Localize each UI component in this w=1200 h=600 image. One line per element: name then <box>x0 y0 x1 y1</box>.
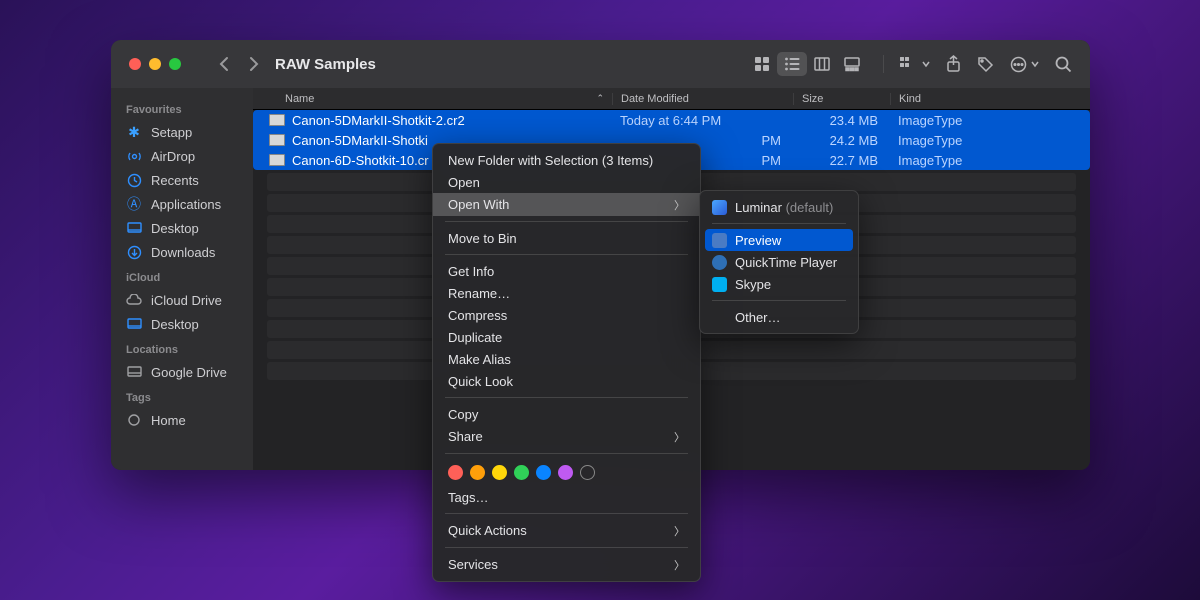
file-thumb-icon <box>269 154 285 166</box>
ctx-open[interactable]: Open <box>433 171 700 193</box>
group-button[interactable] <box>900 56 930 72</box>
ctx-move-to-bin[interactable]: Move to Bin <box>433 227 700 249</box>
sidebar-item-icloud-drive[interactable]: iCloud Drive <box>111 288 253 312</box>
sidebar-item-recents[interactable]: Recents <box>111 168 253 192</box>
sidebar-section-favourites: Favourites <box>111 96 253 120</box>
tag-none[interactable] <box>580 465 595 480</box>
sidebar-section-locations: Locations <box>111 336 253 360</box>
ctx-duplicate[interactable]: Duplicate <box>433 326 700 348</box>
sort-indicator-icon: ⌃ <box>596 93 604 104</box>
zoom-button[interactable] <box>169 58 181 70</box>
ctx-tag-colors <box>433 459 700 486</box>
cloud-icon <box>126 292 142 308</box>
sub-other[interactable]: Other… <box>700 306 858 328</box>
ctx-rename[interactable]: Rename… <box>433 282 700 304</box>
sidebar-item-airdrop[interactable]: AirDrop <box>111 144 253 168</box>
desktop-icon <box>126 316 142 332</box>
sidebar-item-google-drive[interactable]: Google Drive <box>111 360 253 384</box>
view-switcher[interactable] <box>747 52 867 76</box>
ctx-services[interactable]: Services〉 <box>433 553 700 576</box>
setapp-icon: ✱ <box>126 124 142 140</box>
sidebar-item-desktop[interactable]: Desktop <box>111 216 253 240</box>
file-row[interactable]: Canon-5DMarkII-Shotkit-2.cr2 Today at 6:… <box>253 110 1090 130</box>
tag-purple[interactable] <box>558 465 573 480</box>
tag-icon <box>126 412 142 428</box>
open-with-submenu: Luminar (default) Preview QuickTime Play… <box>699 190 859 334</box>
window-title: RAW Samples <box>275 56 376 73</box>
search-button[interactable] <box>1055 56 1072 73</box>
tag-green[interactable] <box>514 465 529 480</box>
tags-button[interactable] <box>977 56 994 73</box>
column-name[interactable]: Name⌃ <box>253 93 612 105</box>
ctx-tags[interactable]: Tags… <box>433 486 700 508</box>
sub-default-app[interactable]: Luminar (default) <box>700 196 858 218</box>
list-view-icon[interactable] <box>777 52 807 76</box>
ctx-compress[interactable]: Compress <box>433 304 700 326</box>
sub-preview[interactable]: Preview <box>705 229 853 251</box>
ctx-new-folder[interactable]: New Folder with Selection (3 Items) <box>433 149 700 171</box>
tag-blue[interactable] <box>536 465 551 480</box>
sidebar-item-setapp[interactable]: ✱Setapp <box>111 120 253 144</box>
sidebar-item-downloads[interactable]: Downloads <box>111 240 253 264</box>
chevron-right-icon: 〉 <box>674 557 685 573</box>
sidebar-section-tags: Tags <box>111 384 253 408</box>
sub-skype[interactable]: Skype <box>700 273 858 295</box>
apps-icon: Ⓐ <box>126 196 142 212</box>
toolbar <box>747 52 1090 76</box>
chevron-right-icon: 〉 <box>674 429 685 445</box>
luminar-icon <box>712 200 727 215</box>
tag-yellow[interactable] <box>492 465 507 480</box>
file-thumb-icon <box>269 134 285 146</box>
sidebar-item-applications[interactable]: ⒶApplications <box>111 192 253 216</box>
drive-icon <box>126 364 142 380</box>
titlebar: RAW Samples <box>111 40 1090 88</box>
share-button[interactable] <box>946 55 961 73</box>
quicktime-icon <box>712 255 727 270</box>
column-view-icon[interactable] <box>807 52 837 76</box>
airdrop-icon <box>126 148 142 164</box>
preview-icon <box>712 233 727 248</box>
sidebar-item-icloud-desktop[interactable]: Desktop <box>111 312 253 336</box>
clock-icon <box>126 172 142 188</box>
ctx-copy[interactable]: Copy <box>433 403 700 425</box>
ctx-get-info[interactable]: Get Info <box>433 260 700 282</box>
ctx-share[interactable]: Share〉 <box>433 425 700 448</box>
sidebar: Favourites ✱Setapp AirDrop Recents ⒶAppl… <box>111 88 253 470</box>
ctx-open-with[interactable]: Open With〉 <box>433 193 700 216</box>
downloads-icon <box>126 244 142 260</box>
tag-orange[interactable] <box>470 465 485 480</box>
desktop-icon <box>126 220 142 236</box>
ctx-quick-actions[interactable]: Quick Actions〉 <box>433 519 700 542</box>
file-thumb-icon <box>269 114 285 126</box>
chevron-right-icon: 〉 <box>674 197 685 213</box>
close-button[interactable] <box>129 58 141 70</box>
window-controls <box>111 58 181 70</box>
column-kind[interactable]: Kind <box>890 93 1090 105</box>
context-menu: New Folder with Selection (3 Items) Open… <box>432 143 701 582</box>
icon-view-icon[interactable] <box>747 52 777 76</box>
action-button[interactable] <box>1010 56 1039 73</box>
back-button[interactable] <box>219 56 230 72</box>
column-size[interactable]: Size <box>793 93 890 105</box>
column-date[interactable]: Date Modified <box>612 93 793 105</box>
sub-quicktime[interactable]: QuickTime Player <box>700 251 858 273</box>
sidebar-section-icloud: iCloud <box>111 264 253 288</box>
ctx-make-alias[interactable]: Make Alias <box>433 348 700 370</box>
tag-red[interactable] <box>448 465 463 480</box>
ctx-quick-look[interactable]: Quick Look <box>433 370 700 392</box>
sidebar-item-tag-home[interactable]: Home <box>111 408 253 432</box>
column-header: Name⌃ Date Modified Size Kind <box>253 88 1090 110</box>
minimize-button[interactable] <box>149 58 161 70</box>
gallery-view-icon[interactable] <box>837 52 867 76</box>
chevron-right-icon: 〉 <box>674 523 685 539</box>
forward-button[interactable] <box>248 56 259 72</box>
nav-controls <box>219 56 259 72</box>
skype-icon <box>712 277 727 292</box>
